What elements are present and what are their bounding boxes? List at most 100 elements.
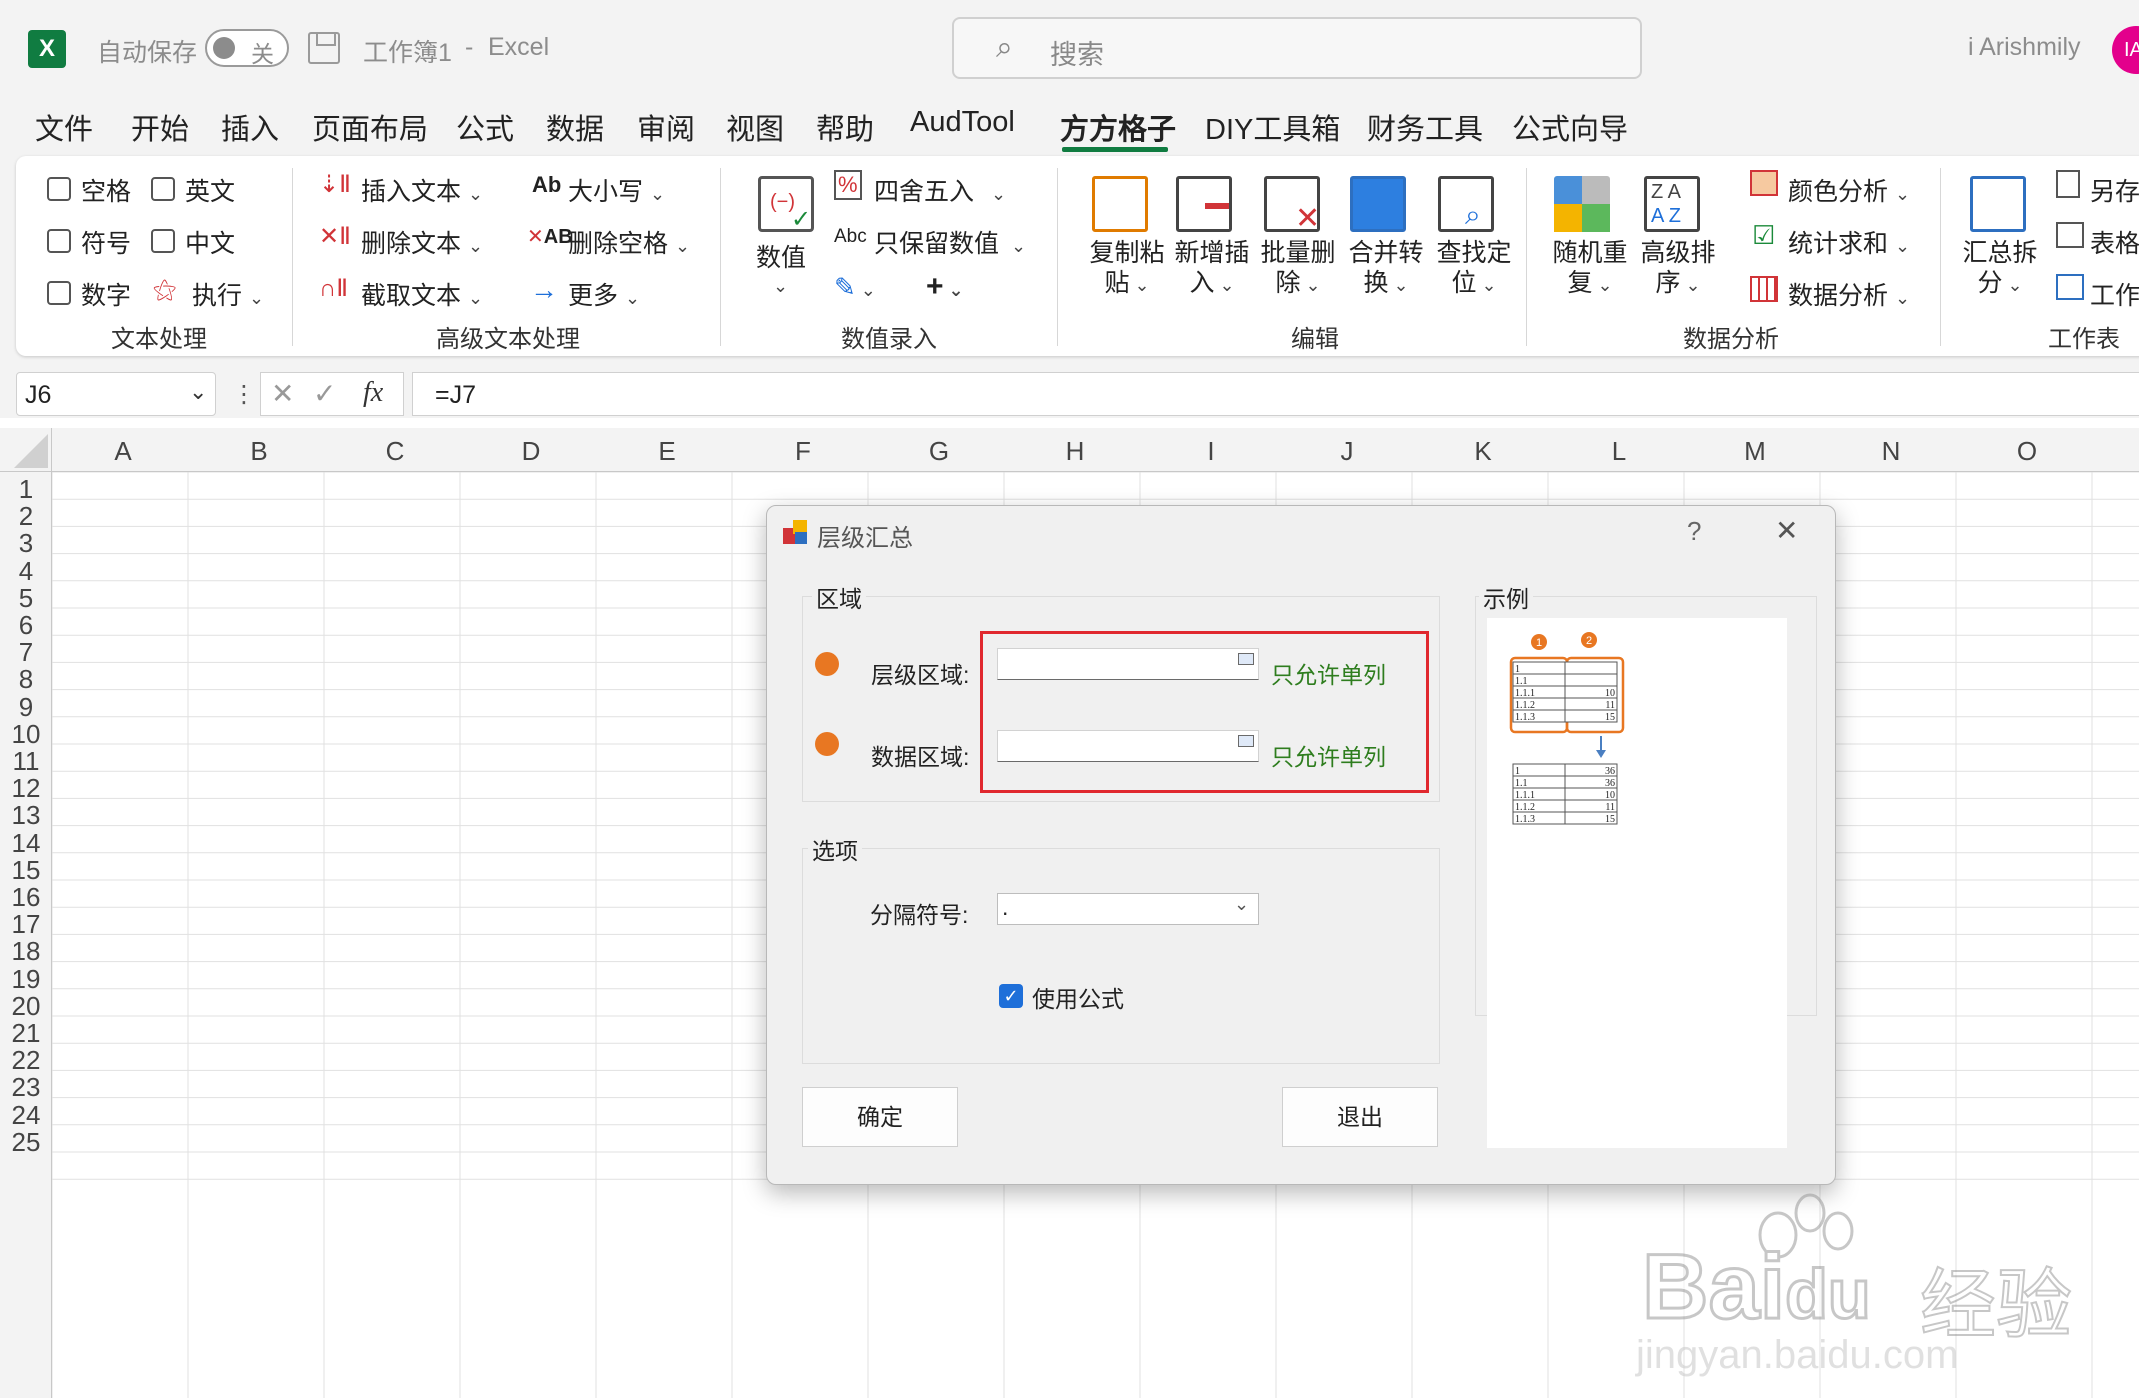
- menu-view[interactable]: 视图: [726, 106, 784, 148]
- column-header-b[interactable]: B: [191, 436, 327, 467]
- menu-page-layout[interactable]: 页面布局: [312, 106, 428, 148]
- table-button[interactable]: 表格: [2090, 224, 2139, 260]
- number-button[interactable]: 数值: [756, 238, 806, 274]
- separator-select[interactable]: . ⌄: [997, 893, 1259, 925]
- example-cell: [1564, 673, 1618, 687]
- group-label-analysis: 数据分析: [1683, 326, 1779, 353]
- group-separator: [292, 168, 293, 346]
- worksheet-button[interactable]: 工作: [2090, 276, 2139, 312]
- trim-space-button[interactable]: 删除空格 ⌄: [568, 224, 690, 260]
- enter-icon[interactable]: ✓: [313, 377, 336, 410]
- close-icon[interactable]: ✕: [1775, 514, 1798, 547]
- row-header-bar: 1 2 3 4 5 6 7 8 9 10 11 12 13 14 15 16 17 18 19 20 21 22 23 24 2…: [0, 472, 52, 1398]
- column-header-k[interactable]: K: [1415, 436, 1551, 467]
- group-label-text: 文本处理: [111, 326, 207, 353]
- save-as-button[interactable]: 另存: [2090, 172, 2139, 208]
- chevron-down-icon: ⌄: [773, 276, 789, 296]
- data-analysis-button[interactable]: 数据分析 ⌄: [1788, 276, 1910, 312]
- copy-paste-button[interactable]: 复制粘贴 ⌄: [1079, 238, 1175, 300]
- menu-file[interactable]: 文件: [35, 106, 93, 148]
- find-locate-button[interactable]: 查找定位 ⌄: [1426, 238, 1522, 300]
- checkbox-symbol[interactable]: [47, 229, 71, 253]
- formula-input[interactable]: =J7: [412, 372, 2139, 416]
- avatar[interactable]: IA: [2112, 26, 2139, 74]
- column-header-a[interactable]: A: [55, 436, 191, 467]
- menu-help[interactable]: 帮助: [816, 106, 874, 148]
- chevron-down-icon: ⌄: [467, 184, 484, 204]
- insert-text-button[interactable]: 插入文本 ⌄: [361, 172, 483, 208]
- menu-finance-tools[interactable]: 财务工具: [1367, 106, 1483, 148]
- round-icon: %: [834, 170, 862, 200]
- find-locate-icon: ⌕: [1438, 176, 1494, 232]
- round-button[interactable]: 四舍五入 ⌄: [874, 172, 1006, 208]
- column-header-i[interactable]: I: [1143, 436, 1279, 467]
- user-name[interactable]: i Arishmily: [1968, 33, 2081, 62]
- extract-text-label: 截取文本: [361, 282, 462, 310]
- checkbox-chinese[interactable]: [151, 229, 175, 253]
- batch-delete-button[interactable]: 批量删除 ⌄: [1250, 238, 1346, 300]
- search-icon: ⌕: [996, 31, 1013, 64]
- search-box[interactable]: ⌕ 搜索: [952, 17, 1642, 79]
- delete-text-button[interactable]: 删除文本 ⌄: [361, 224, 483, 260]
- column-header-f[interactable]: F: [735, 436, 871, 467]
- menu-formula-wizard[interactable]: 公式向导: [1512, 106, 1628, 148]
- worksheet-icon: [2056, 274, 2084, 300]
- menu-home[interactable]: 开始: [131, 106, 189, 148]
- column-header-d[interactable]: D: [463, 436, 599, 467]
- case-button[interactable]: 大小写 ⌄: [568, 172, 665, 208]
- ok-button[interactable]: 确定: [802, 1087, 958, 1147]
- column-header-h[interactable]: H: [1007, 436, 1143, 467]
- column-header-n[interactable]: N: [1823, 436, 1959, 467]
- checkbox-digit[interactable]: [47, 281, 71, 305]
- name-box[interactable]: J6 ⌄: [16, 372, 216, 416]
- execute-button[interactable]: 执行 ⌄: [192, 276, 264, 312]
- column-header-l[interactable]: L: [1551, 436, 1687, 467]
- menu-insert[interactable]: 插入: [221, 106, 279, 148]
- insert-text-label: 插入文本: [361, 178, 462, 206]
- column-header-j[interactable]: J: [1279, 436, 1415, 467]
- column-header-m[interactable]: M: [1687, 436, 1823, 467]
- chevron-down-icon: ⌄: [624, 288, 641, 308]
- summary-split-button[interactable]: 汇总拆分 ⌄: [1960, 238, 2040, 300]
- menu-formulas[interactable]: 公式: [456, 106, 514, 148]
- menu-audtool[interactable]: AudTool: [910, 106, 1015, 139]
- column-header-e[interactable]: E: [599, 436, 735, 467]
- extract-text-button[interactable]: 截取文本 ⌄: [361, 276, 483, 312]
- insert-function-icon[interactable]: fx: [363, 377, 383, 409]
- exit-button[interactable]: 退出: [1282, 1087, 1438, 1147]
- column-header-c[interactable]: C: [327, 436, 463, 467]
- stats-sum-button[interactable]: 统计求和 ⌄: [1788, 224, 1910, 260]
- new-insert-button[interactable]: 新增插入 ⌄: [1164, 238, 1260, 300]
- checkbox-english[interactable]: [151, 177, 175, 201]
- menu-diy-toolbox[interactable]: DIY工具箱: [1205, 106, 1340, 148]
- menu-data[interactable]: 数据: [546, 106, 604, 148]
- column-header-g[interactable]: G: [871, 436, 1007, 467]
- row-header-25[interactable]: 25: [0, 1127, 52, 1158]
- chevron-down-icon[interactable]: ⌄: [189, 379, 207, 405]
- keep-number-button[interactable]: 只保留数值 ⌄: [874, 224, 1026, 260]
- cancel-icon[interactable]: ✕: [271, 377, 294, 410]
- more-button[interactable]: 更多 ⌄: [568, 276, 640, 312]
- autosave-toggle[interactable]: 关: [205, 29, 289, 67]
- trim-space-label: 删除空格: [568, 230, 669, 258]
- options-group-label: 选项: [808, 832, 862, 866]
- step2-badge-icon: [815, 732, 839, 756]
- help-icon[interactable]: ?: [1687, 516, 1701, 547]
- color-analysis-icon: [1750, 170, 1778, 196]
- advanced-sort-button[interactable]: 高级排序 ⌄: [1630, 238, 1726, 300]
- select-all-corner[interactable]: [0, 428, 52, 472]
- form-edit-icon[interactable]: ✎ ⌄: [834, 272, 876, 303]
- example-cell-text: 15: [1605, 814, 1615, 825]
- more-options-icon[interactable]: ⋮: [232, 380, 256, 409]
- color-analysis-button[interactable]: 颜色分析 ⌄: [1788, 172, 1910, 208]
- use-formula-checkbox[interactable]: ✓: [999, 984, 1023, 1008]
- save-icon[interactable]: [308, 32, 340, 64]
- column-header-o[interactable]: O: [1959, 436, 2095, 467]
- checkbox-space[interactable]: [47, 177, 71, 201]
- group-separator: [1940, 168, 1941, 346]
- merge-convert-button[interactable]: 合并转换 ⌄: [1338, 238, 1434, 300]
- menu-review[interactable]: 审阅: [637, 106, 695, 148]
- plus-icon[interactable]: + ⌄: [926, 270, 964, 304]
- menu-fangfang[interactable]: 方方格子: [1060, 106, 1176, 148]
- random-repeat-button[interactable]: 随机重复 ⌄: [1542, 238, 1638, 300]
